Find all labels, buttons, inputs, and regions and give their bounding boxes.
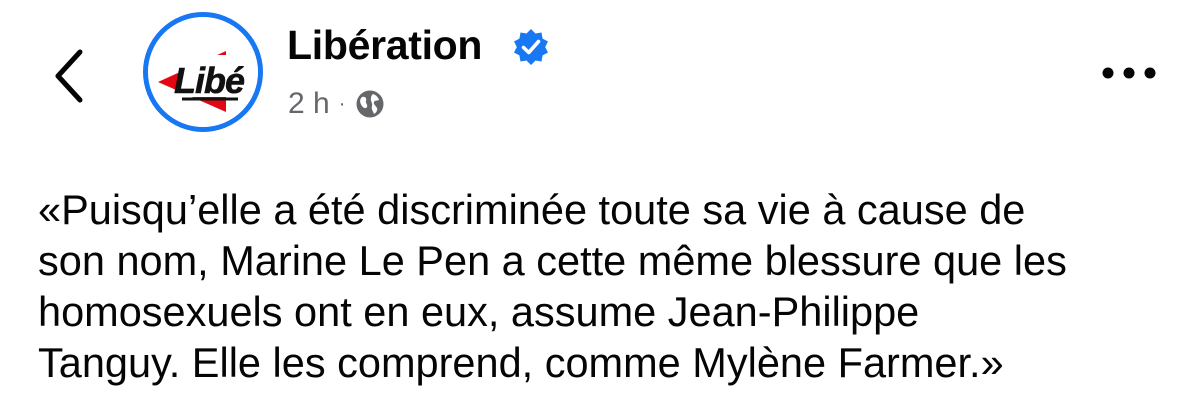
page-name[interactable]: Libération [287,22,482,69]
more-options-button[interactable] [1096,58,1162,88]
timestamp[interactable]: 2 h [288,87,330,121]
globe-icon[interactable] [355,89,385,119]
chevron-left-icon [55,49,83,103]
meta-separator: · [338,92,346,115]
post-meta: 2 h · [288,84,385,124]
avatar[interactable]: Libé [143,12,263,132]
verified-badge-icon [514,29,548,65]
post-text-line: Tanguy. Elle les comprend, comme Mylène … [38,339,1004,386]
svg-text:Libé: Libé [174,60,245,101]
post-text-line: «Puisqu’elle a été discriminée toute sa … [38,186,1026,233]
post-text: «Puisqu’elle a été discriminée toute sa … [38,184,1178,388]
post-text-line: homosexuels ont en eux, assume Jean-Phil… [38,288,920,335]
post-text-line: son nom, Marine Le Pen a cette même bles… [38,237,1067,284]
back-button[interactable] [50,48,90,104]
more-horizontal-icon [1102,67,1156,79]
liberation-logo: Libé [148,17,258,127]
